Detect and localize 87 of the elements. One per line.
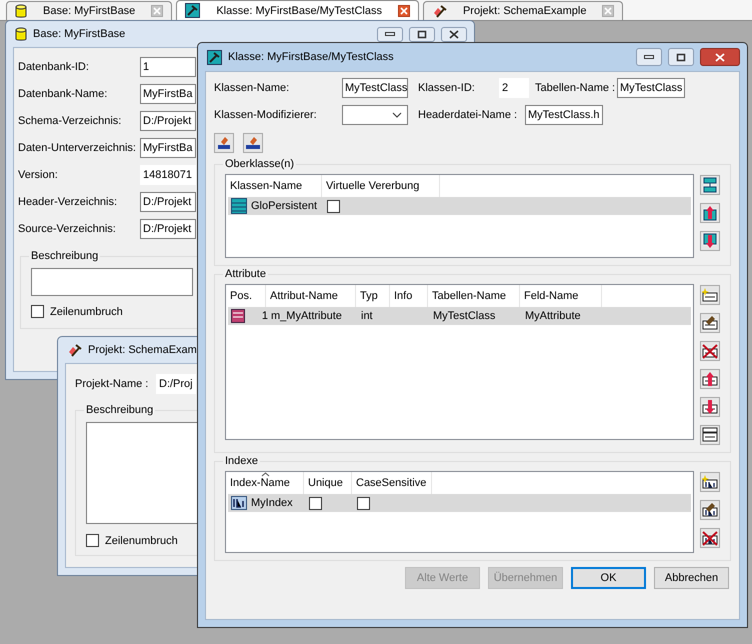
class-button[interactable] — [243, 133, 263, 153]
group-title: Attribute — [224, 268, 267, 280]
document-tab[interactable]: Projekt: SchemaExample — [422, 1, 624, 20]
field-label: Schema-Verzeichnis: — [18, 115, 122, 127]
database-icon — [15, 26, 27, 42]
sort-indicator-icon — [260, 472, 270, 477]
list-row[interactable]: MyIndex — [228, 494, 691, 512]
dialog-button[interactable]: OK — [571, 567, 646, 589]
table-cell: 1 — [262, 310, 268, 322]
field-label: Daten-Unterverzeichnis: — [18, 142, 137, 154]
index-edit-icon[interactable] — [700, 500, 720, 520]
document-tab[interactable]: Klasse: MyFirstBase/MyTestClass — [176, 0, 419, 20]
attribute-new-icon[interactable] — [700, 285, 720, 305]
group-title: Indexe — [224, 455, 260, 467]
close-button[interactable] — [700, 48, 740, 66]
attribute-delete-icon[interactable] — [700, 341, 720, 361]
restore-icon — [676, 52, 686, 62]
checkbox[interactable] — [31, 305, 44, 318]
group-title: Beschreibung — [30, 250, 100, 262]
attribute-icon — [231, 309, 245, 323]
index-new-icon[interactable] — [700, 472, 720, 492]
restore-icon — [417, 30, 427, 38]
arrow-down-icon[interactable] — [700, 231, 720, 251]
field-label: Datenbank-Name: — [18, 88, 108, 100]
group-title: Oberklasse(n) — [224, 158, 296, 170]
field-label: Version: — [18, 169, 59, 181]
attribute-down-icon[interactable] — [700, 397, 720, 417]
field-label: Tabellen-Name : — [535, 82, 616, 94]
restore-button[interactable] — [668, 48, 694, 66]
attribute-sort-icon[interactable] — [700, 425, 720, 445]
text-field[interactable]: MyTestClass — [342, 78, 408, 98]
field-label: Klassen-Name: — [214, 82, 290, 94]
readonly-field: 2 — [499, 78, 529, 98]
hammer-icon — [67, 342, 82, 358]
close-icon — [715, 52, 725, 62]
modifier-dropdown[interactable] — [342, 105, 408, 125]
field-label: Klassen-ID: — [418, 82, 476, 94]
close-icon — [153, 7, 162, 15]
readonly-field: 14818071 — [140, 165, 196, 185]
checkbox-label: Zeilenumbruch — [105, 534, 178, 546]
close-icon — [400, 6, 408, 14]
table-cell-text: MyTestClass — [432, 309, 496, 324]
attribute-edit-icon[interactable] — [700, 313, 720, 333]
file-button[interactable] — [214, 133, 234, 153]
list-row[interactable]: GloPersistent — [228, 197, 691, 215]
table-cell: GloPersistent — [251, 200, 318, 212]
table-cell-text: m_MyAttribute — [270, 309, 343, 324]
checkbox[interactable] — [309, 496, 322, 510]
database-icon — [15, 4, 27, 18]
table-cell-text: MyAttribute — [524, 309, 582, 324]
minimize-icon — [644, 55, 654, 59]
group-title: Beschreibung — [85, 404, 154, 416]
index-delete-icon[interactable] — [700, 528, 720, 548]
superclass-add-icon[interactable] — [700, 175, 720, 195]
table-cell: MyIndex — [251, 497, 293, 509]
field-label: Datenbank-ID: — [18, 61, 90, 73]
field-label: Projekt-Name : — [75, 378, 150, 390]
document-tab[interactable]: Base: MyFirstBase — [6, 1, 172, 20]
checkbox[interactable] — [86, 534, 99, 547]
minimize-icon — [385, 32, 395, 36]
dialog-button[interactable]: Abbrechen — [654, 567, 729, 589]
checkbox[interactable] — [357, 496, 370, 510]
text-field[interactable]: MyTestClass.h — [525, 105, 603, 125]
close-tab-button[interactable] — [398, 4, 410, 16]
window-title: Base: MyFirstBase — [33, 28, 126, 40]
list-row[interactable]: 1 m_MyAttribute int MyTestClass MyAttribute — [228, 307, 691, 325]
chevron-down-icon — [392, 112, 402, 118]
readonly-field: D:/Proj — [156, 374, 196, 394]
field-label: Source-Verzeichnis: — [18, 223, 117, 235]
checkbox[interactable] — [327, 200, 340, 212]
close-icon — [449, 30, 459, 38]
attribute-up-icon[interactable] — [700, 369, 720, 389]
field-label: Klassen-Modifizierer: — [214, 109, 318, 121]
text-field[interactable]: MyTestClass — [617, 78, 686, 98]
close-icon — [604, 7, 612, 15]
table-cell-text: int — [360, 309, 374, 324]
checkbox-label: Zeilenumbruch — [50, 306, 123, 318]
index-icon — [231, 496, 247, 510]
description-field[interactable] — [86, 422, 198, 524]
description-field[interactable] — [31, 268, 193, 296]
field-label: Headerdatei-Name : — [418, 109, 518, 121]
hammer-icon — [432, 4, 447, 18]
window-title: Projekt: SchemaExam — [88, 344, 197, 356]
window-title: Klasse: MyFirstBase/MyTestClass — [228, 51, 394, 63]
minimize-button[interactable] — [636, 48, 662, 66]
field-label: Header-Verzeichnis: — [18, 196, 118, 208]
arrow-up-icon[interactable] — [700, 203, 720, 223]
